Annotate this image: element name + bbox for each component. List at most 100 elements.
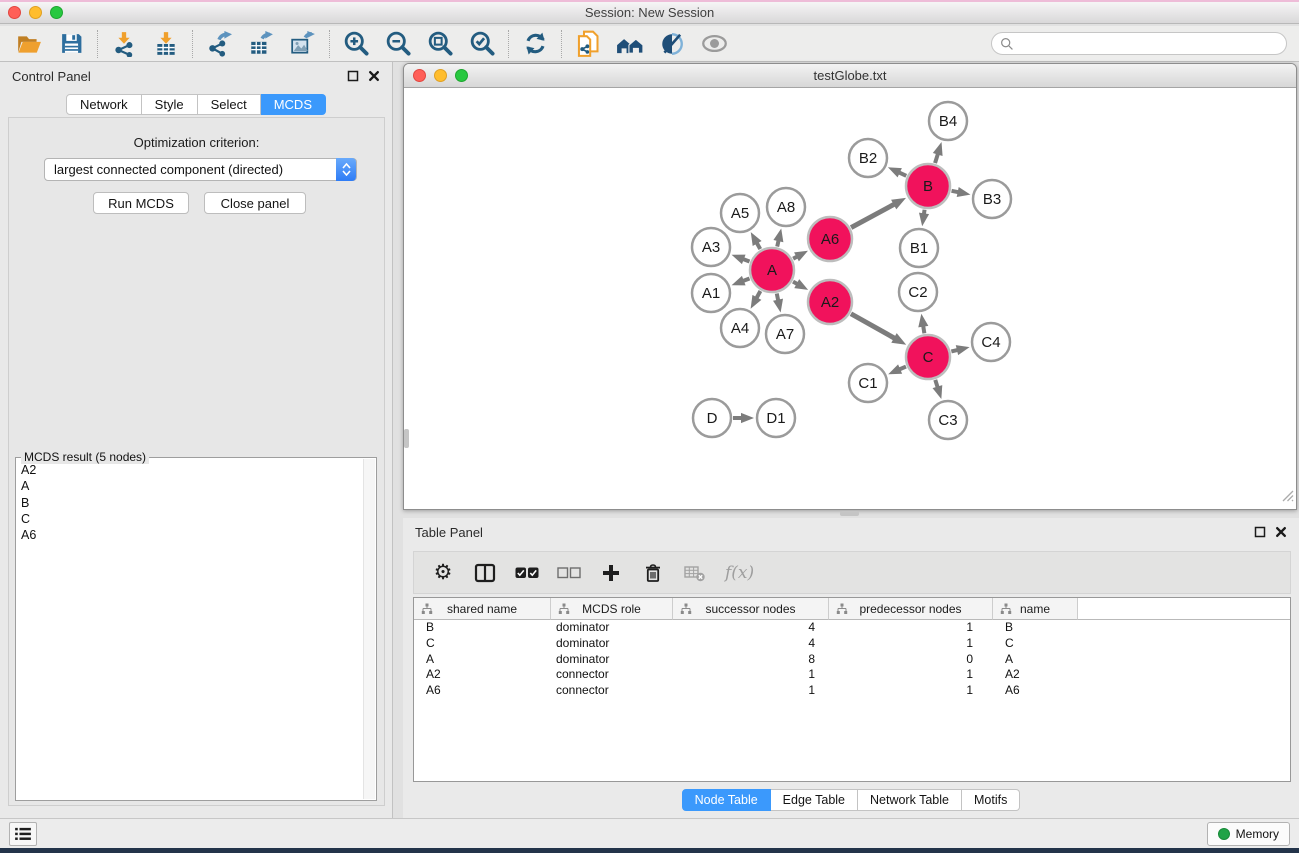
table-row[interactable]: A2connector11A2 [414,667,1290,683]
arrowhead-icon [919,213,929,227]
export-network-button[interactable] [198,28,240,60]
attribute-icon [1000,603,1012,615]
split-pane-divider-handle[interactable] [840,511,859,516]
tab-node-table[interactable]: Node Table [682,789,771,811]
mcds-result-item[interactable]: A6 [21,527,362,543]
table-cell[interactable]: 1 [673,667,829,683]
table-cell[interactable]: A2 [414,667,551,683]
column-header-name[interactable]: name [993,598,1078,620]
import-table-button[interactable] [145,28,187,60]
table-cell[interactable]: A [993,652,1078,668]
search-field[interactable] [991,32,1287,55]
save-session-button[interactable] [50,28,92,60]
column-header-MCDS-role[interactable]: MCDS role [551,598,673,620]
open-session-button[interactable] [8,28,50,60]
table-cell[interactable]: A [414,652,551,668]
tab-motifs[interactable]: Motifs [962,789,1020,811]
graph-edge-A2-C[interactable] [851,314,896,339]
table-panel: Table Panel ⚙ [403,518,1299,818]
table-cell[interactable]: 1 [829,620,993,636]
export-table-button[interactable] [240,28,282,60]
new-network-from-selection-button[interactable] [567,28,609,60]
table-cell[interactable]: 1 [829,636,993,652]
table-cell[interactable]: dominator [551,652,673,668]
arrowhead-icon [891,198,906,209]
table-cell[interactable]: dominator [551,620,673,636]
table-cell[interactable]: B [414,620,551,636]
export-image-button[interactable] [282,28,324,60]
tab-network[interactable]: Network [66,94,142,115]
table-cell[interactable]: B [993,620,1078,636]
zoom-selected-button[interactable] [461,28,503,60]
mcds-result-item[interactable]: B [21,495,362,511]
column-view-button[interactable] [473,561,497,585]
table-cell[interactable]: 8 [673,652,829,668]
table-body: Bdominator41BCdominator41CAdominator80AA… [414,620,1290,699]
memory-button[interactable]: Memory [1207,822,1290,846]
mcds-result-item[interactable]: A2 [21,462,362,478]
table-cell[interactable]: 0 [829,652,993,668]
close-panel-button[interactable]: Close panel [204,192,306,214]
delete-table-button[interactable] [683,561,707,585]
table-cell[interactable]: 4 [673,620,829,636]
network-window-titlebar[interactable]: testGlobe.txt [404,64,1296,88]
table-cell[interactable]: 1 [829,667,993,683]
tab-style[interactable]: Style [142,94,198,115]
table-row[interactable]: A6connector11A6 [414,683,1290,699]
table-cell[interactable]: 4 [673,636,829,652]
node-attribute-table[interactable]: shared nameMCDS rolesuccessor nodesprede… [413,597,1291,782]
tab-network-table[interactable]: Network Table [858,789,962,811]
float-panel-icon[interactable] [347,70,359,82]
table-cell[interactable]: 1 [829,683,993,699]
table-cell[interactable]: dominator [551,636,673,652]
select-all-button[interactable] [515,561,539,585]
table-cell[interactable]: A6 [414,683,551,699]
network-graph[interactable]: B4B2BB3A8A5A6A3B1AA1C2A2A4A7C4CC1DD1C3 [405,89,1295,508]
tab-mcds[interactable]: MCDS [261,94,326,115]
column-header-shared-name[interactable]: shared name [414,598,551,620]
zoom-in-button[interactable] [335,28,377,60]
add-column-button[interactable] [599,561,623,585]
mcds-result-list[interactable]: A2ABCA6 [21,462,362,798]
unselect-all-button[interactable] [557,561,581,585]
show-hide-graphics-details-button[interactable] [651,28,693,60]
tab-edge-table[interactable]: Edge Table [771,789,858,811]
delete-column-button[interactable] [641,561,665,585]
search-input[interactable] [1019,37,1278,51]
column-header-successor-nodes[interactable]: successor nodes [673,598,829,620]
first-neighbors-button[interactable] [609,28,651,60]
close-panel-icon[interactable] [368,70,380,82]
level-of-detail-button[interactable] [693,28,735,60]
fx-icon: f(x) [725,563,754,583]
function-builder-button[interactable]: f(x) [725,561,754,585]
table-cell[interactable]: C [993,636,1078,652]
show-panels-menu-button[interactable] [9,822,37,846]
table-options-button[interactable]: ⚙ [431,561,455,585]
table-cell[interactable]: A2 [993,667,1078,683]
tab-select[interactable]: Select [198,94,261,115]
table-cell[interactable]: C [414,636,551,652]
window-resize-grip[interactable] [1279,487,1294,507]
refresh-view-button[interactable] [514,28,556,60]
column-header-predecessor-nodes[interactable]: predecessor nodes [829,598,993,620]
table-row[interactable]: Adominator80A [414,652,1290,668]
vertical-scrollbar-thumb[interactable] [404,429,409,448]
zoom-out-button[interactable] [377,28,419,60]
mcds-result-item[interactable]: C [21,511,362,527]
result-list-scrollbar[interactable] [363,459,375,799]
table-cell[interactable]: A6 [993,683,1078,699]
graph-edge-A6-B[interactable] [851,204,895,228]
table-cell[interactable]: connector [551,683,673,699]
table-cell[interactable]: connector [551,667,673,683]
zoom-fit-button[interactable] [419,28,461,60]
import-network-button[interactable] [103,28,145,60]
table-cell[interactable]: 1 [673,683,829,699]
table-row[interactable]: Bdominator41B [414,620,1290,636]
float-panel-icon[interactable] [1254,526,1266,538]
mcds-result-item[interactable]: A [21,478,362,494]
table-row[interactable]: Cdominator41C [414,636,1290,652]
criterion-dropdown[interactable]: largest connected component (directed) [44,158,357,181]
run-mcds-button[interactable]: Run MCDS [93,192,189,214]
close-panel-icon[interactable] [1275,526,1287,538]
network-canvas[interactable]: B4B2BB3A8A5A6A3B1AA1C2A2A4A7C4CC1DD1C3 [405,89,1295,508]
